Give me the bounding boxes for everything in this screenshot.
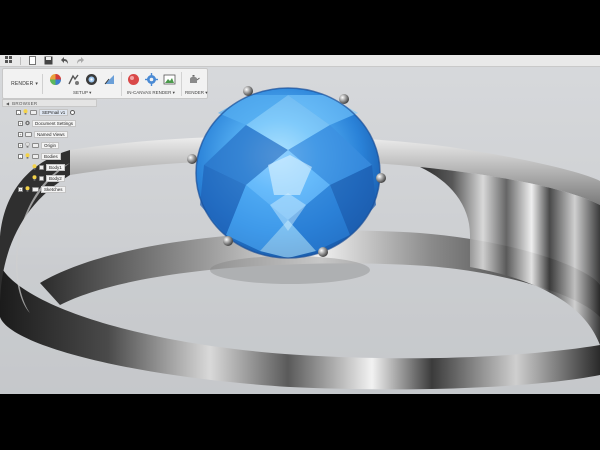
expand-toggle-icon[interactable]: -	[16, 109, 21, 115]
body-icon	[39, 164, 44, 170]
file-icon[interactable]	[27, 56, 37, 65]
tree-item-origin[interactable]: + Origin	[18, 141, 60, 149]
gemstone[interactable]	[195, 87, 381, 259]
workspace-switcher[interactable]: RENDER ▾	[7, 74, 43, 94]
tree-item-sketches[interactable]: + Sketches	[18, 185, 66, 193]
scene-settings-icon[interactable]	[85, 73, 98, 86]
component-icon	[30, 109, 37, 115]
decal-icon[interactable]	[103, 73, 116, 86]
tree-label: Named Views	[34, 130, 68, 138]
expand-toggle-icon[interactable]: -	[18, 153, 23, 159]
lightbulb-icon[interactable]	[32, 164, 37, 170]
lightbulb-icon[interactable]	[23, 109, 28, 115]
collapse-arrow-icon[interactable]: ◀	[6, 101, 9, 106]
lightbulb-icon[interactable]	[25, 142, 30, 148]
tree-label: Body1	[46, 163, 65, 171]
expand-toggle-icon[interactable]: +	[18, 186, 23, 192]
tree-item-named-views[interactable]: + Named Views	[18, 130, 68, 138]
body-icon	[39, 175, 44, 181]
folder-icon	[32, 153, 39, 159]
workspace-label: RENDER	[11, 81, 34, 87]
expand-toggle-icon[interactable]: +	[18, 120, 23, 126]
render-settings-gear-icon[interactable]	[145, 73, 158, 86]
expand-toggle-icon[interactable]: +	[18, 131, 23, 137]
tree-label: Sketches	[41, 185, 66, 193]
tree-label: SEPmail v1	[39, 108, 69, 116]
undo-icon[interactable]	[59, 56, 69, 65]
folder-icon	[25, 131, 32, 137]
capture-image-icon[interactable]	[163, 73, 176, 86]
render-group-label[interactable]: RENDER ▾	[185, 90, 208, 96]
letterbox-bottom	[0, 394, 600, 450]
in-canvas-render-group-label[interactable]: IN-CANVAS RENDER ▾	[127, 90, 175, 96]
redo-icon[interactable]	[75, 56, 85, 65]
tree-label: Origin	[41, 141, 60, 149]
chevron-down-icon: ▾	[35, 81, 38, 87]
activate-radio-icon[interactable]	[70, 109, 76, 115]
tree-label: Bodies	[41, 152, 61, 160]
browser-header[interactable]: ◀ BROWSER	[2, 99, 97, 107]
gear-icon	[25, 120, 30, 126]
toolbar-divider	[121, 72, 122, 96]
tree-item-body1[interactable]: Body1	[32, 163, 65, 171]
render-toolbar: RENDER ▾ SETUP ▾ IN-CANVAS RENDER ▾ REND…	[2, 68, 208, 99]
tree-label: Document Settings	[32, 119, 77, 127]
save-icon[interactable]	[43, 56, 53, 65]
in-canvas-render-icon[interactable]	[127, 73, 140, 86]
render-teapot-icon[interactable]	[187, 73, 200, 86]
appearance-icon[interactable]	[49, 73, 62, 86]
expand-toggle-icon[interactable]: +	[18, 142, 23, 148]
lightbulb-icon[interactable]	[25, 153, 30, 159]
folder-icon	[32, 186, 39, 192]
folder-icon	[32, 142, 39, 148]
physical-material-icon[interactable]	[67, 73, 80, 86]
quick-access-bar	[0, 55, 600, 67]
grid-icon[interactable]	[4, 56, 14, 65]
letterbox-top	[0, 0, 600, 55]
fusion-window: RENDER ▾ SETUP ▾ IN-CANVAS RENDER ▾ REND…	[0, 55, 600, 394]
tree-label: Body2	[46, 174, 65, 182]
lightbulb-icon[interactable]	[25, 186, 30, 192]
browser-title: BROWSER	[12, 100, 38, 106]
tree-item-document-settings[interactable]: + Document Settings	[18, 119, 77, 127]
toolbar-divider	[181, 72, 182, 96]
tree-item-root[interactable]: - SEPmail v1	[16, 108, 76, 116]
setup-group-label[interactable]: SETUP ▾	[73, 90, 91, 96]
setting-shadow	[210, 256, 370, 284]
qa-separator	[20, 56, 21, 65]
tree-item-body2[interactable]: Body2	[32, 174, 65, 182]
lightbulb-icon[interactable]	[32, 175, 37, 181]
tree-item-bodies[interactable]: - Bodies	[18, 152, 61, 160]
